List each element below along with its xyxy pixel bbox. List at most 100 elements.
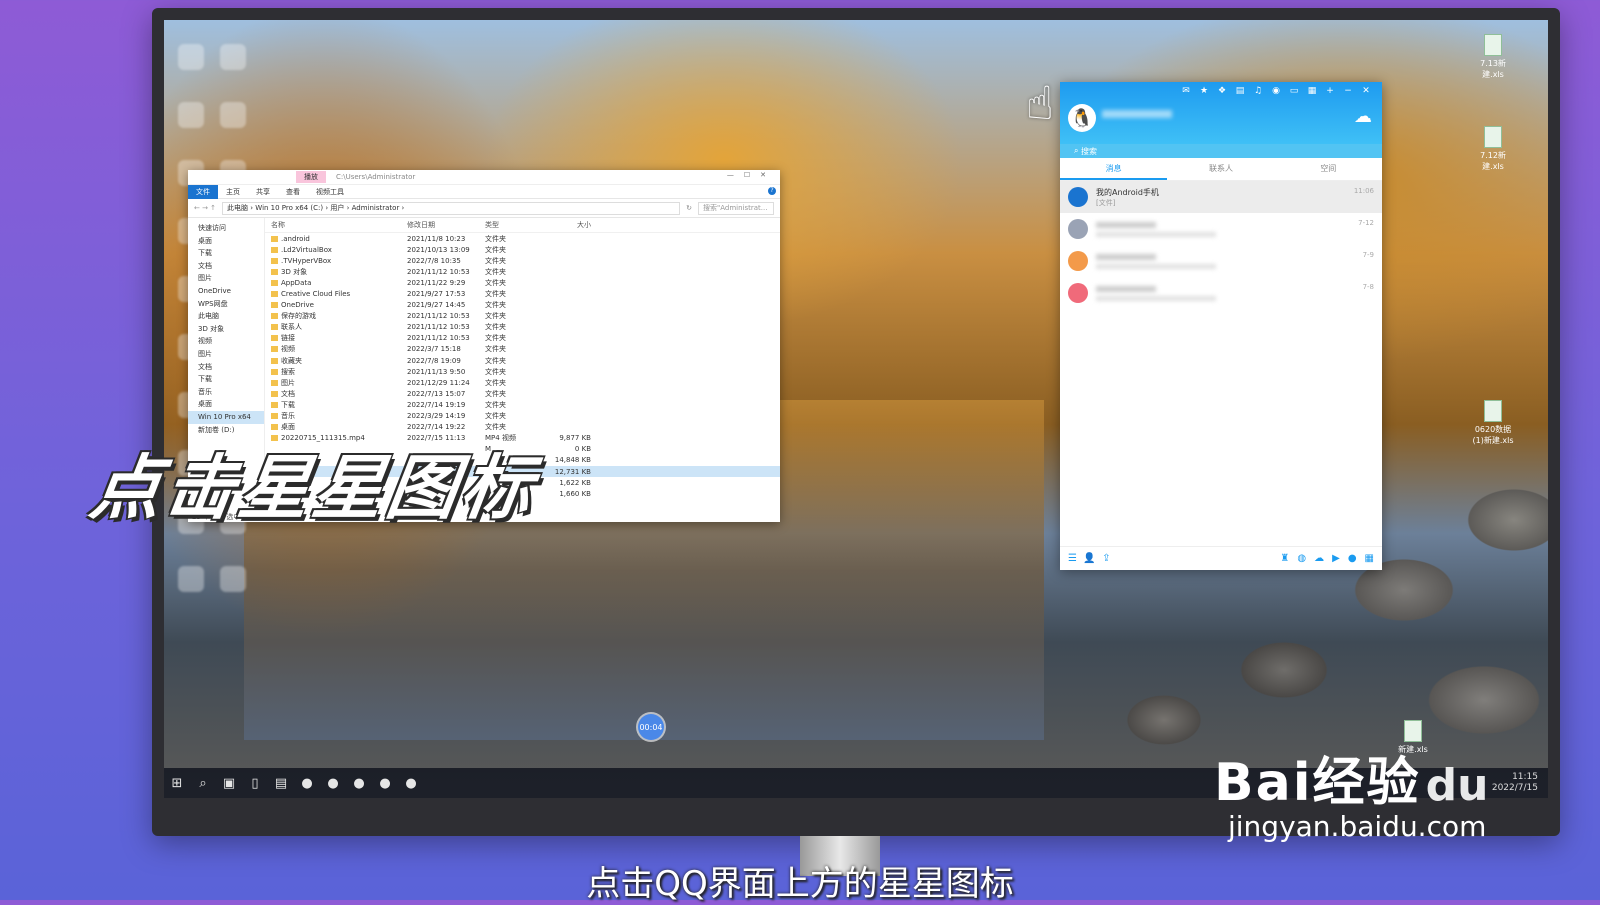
nav-item-selected[interactable]: Win 10 Pro x64 [188, 410, 264, 424]
mail-icon[interactable]: ✉ [1180, 86, 1192, 96]
nav-item[interactable]: 文档 [188, 361, 264, 374]
ribbon-tab-video-tools[interactable]: 视频工具 [308, 187, 352, 197]
conversation-item[interactable]: 我的Android手机 [文件] 11:06 [1060, 181, 1382, 213]
refresh-icon[interactable]: ↻ [686, 204, 692, 212]
screen-icon[interactable]: ▭ [1288, 86, 1300, 96]
nav-item[interactable]: OneDrive [188, 285, 264, 298]
ribbon-tab-home[interactable]: 主页 [218, 187, 248, 197]
ribbon-tab-share[interactable]: 共享 [248, 187, 278, 197]
nav-item[interactable]: 桌面 [188, 235, 264, 248]
table-row[interactable]: AppData 2021/11/22 9:29 文件夹 [265, 277, 780, 288]
column-date[interactable]: 修改日期 [407, 220, 485, 230]
app-grid-icon[interactable]: ▦ [1365, 553, 1374, 564]
app-icon[interactable]: ● [372, 776, 398, 791]
shortcut-icon[interactable]: ● [1348, 553, 1357, 564]
video-icon[interactable]: ▶ [1332, 553, 1340, 564]
table-row[interactable]: 图片 2021/12/29 11:24 文件夹 [265, 377, 780, 388]
desktop-file-xls[interactable]: 7.12新建.xls [1470, 126, 1516, 172]
nav-item[interactable]: 下载 [188, 247, 264, 260]
table-row[interactable]: 联系人 2021/11/12 10:53 文件夹 [265, 322, 780, 333]
nav-item[interactable]: 视频 [188, 335, 264, 348]
menu-icon[interactable]: ☰ [1068, 553, 1077, 564]
add-friend-icon[interactable]: 👤 [1083, 553, 1095, 564]
column-size[interactable]: 大小 [547, 220, 591, 230]
start-icon[interactable]: ⊞ [164, 776, 190, 791]
desktop-icon[interactable] [220, 102, 246, 128]
folder-icon[interactable]: ▤ [268, 776, 294, 791]
minimize-icon[interactable]: − [1342, 86, 1354, 96]
doc-icon[interactable]: ▦ [1306, 86, 1318, 96]
nav-item[interactable]: 桌面 [188, 398, 264, 411]
folder-icon[interactable]: ▤ [1234, 86, 1246, 96]
table-row[interactable]: .Ld2VirtualBox 2021/10/13 13:09 文件夹 [265, 244, 780, 255]
app-icon[interactable]: ● [398, 776, 424, 791]
nav-item[interactable]: 下载 [188, 373, 264, 386]
back-forward-icon[interactable]: ← → ↑ [194, 204, 216, 212]
ribbon-context-tab[interactable]: 播放 [296, 171, 326, 183]
conversation-item[interactable]: 7-9 [1060, 245, 1382, 277]
qq-penguin-avatar[interactable]: 🐧 [1068, 104, 1096, 132]
table-row[interactable]: .TVHyperVBox 2022/7/8 10:35 文件夹 [265, 255, 780, 266]
taskview-icon[interactable]: ▣ [216, 776, 242, 791]
table-row[interactable]: 视频 2022/3/7 15:18 文件夹 [265, 344, 780, 355]
desktop-file-xls[interactable]: 7.13新建.xls [1470, 34, 1516, 80]
table-row[interactable]: 下载 2022/7/14 19:19 文件夹 [265, 399, 780, 410]
file-icon[interactable]: ▯ [242, 776, 268, 791]
weather-icon[interactable]: ☁ [1354, 106, 1372, 127]
conversation-item[interactable]: 7-12 [1060, 213, 1382, 245]
nav-item[interactable]: 快速访问 [188, 222, 264, 235]
shortcut-icon[interactable]: ♜ [1280, 553, 1289, 564]
file-transfer-icon[interactable]: ⇪ [1102, 553, 1110, 564]
table-row[interactable]: 收藏夹 2022/7/8 19:09 文件夹 [265, 355, 780, 366]
gift-icon[interactable]: ❖ [1216, 86, 1228, 96]
system-tray[interactable]: 11:15 2022/7/15 [1492, 772, 1538, 794]
nav-item[interactable]: 图片 [188, 272, 264, 285]
tab-messages[interactable]: 消息 [1060, 158, 1168, 180]
column-name[interactable]: 名称 [265, 220, 407, 230]
table-row[interactable]: .android 2021/11/8 10:23 文件夹 [265, 233, 780, 244]
table-row[interactable]: 3D 对象 2021/11/12 10:53 文件夹 [265, 266, 780, 277]
desktop-file-xls[interactable]: 0620数据(1)新建.xls [1470, 400, 1516, 446]
close-icon[interactable]: ✕ [1360, 86, 1372, 96]
search-icon[interactable]: ⌕ [190, 776, 216, 791]
nav-item[interactable]: 此电脑 [188, 310, 264, 323]
table-row[interactable]: 链接 2021/11/12 10:53 文件夹 [265, 333, 780, 344]
tab-contacts[interactable]: 联系人 [1167, 158, 1274, 180]
table-row[interactable]: OneDrive 2021/9/27 14:45 文件夹 [265, 300, 780, 311]
nav-item[interactable]: 3D 对象 [188, 323, 264, 336]
app-icon[interactable]: ● [294, 776, 320, 791]
table-row[interactable]: 保存的游戏 2021/11/12 10:53 文件夹 [265, 311, 780, 322]
desktop-icon[interactable] [178, 102, 204, 128]
add-icon[interactable]: + [1324, 86, 1336, 96]
desktop-icon[interactable] [178, 44, 204, 70]
nav-item[interactable]: 文档 [188, 260, 264, 273]
help-icon[interactable]: ? [768, 187, 776, 195]
table-row[interactable]: 文档 2022/7/13 15:07 文件夹 [265, 388, 780, 399]
table-row[interactable]: Creative Cloud Files 2021/9/27 17:53 文件夹 [265, 288, 780, 299]
column-type[interactable]: 类型 [485, 220, 547, 230]
bell-icon[interactable]: ♫ [1252, 86, 1264, 96]
app-icon[interactable]: ● [346, 776, 372, 791]
desktop-icon[interactable] [178, 566, 204, 592]
qq-search-input[interactable]: ⌕ 搜索 [1060, 144, 1382, 158]
ribbon-tab-file[interactable]: 文件 [188, 184, 218, 199]
nav-item[interactable]: WPS网盘 [188, 298, 264, 311]
app-icon[interactable]: ● [320, 776, 346, 791]
shortcut-icon[interactable]: ◍ [1297, 553, 1306, 564]
game-icon[interactable]: ◉ [1270, 86, 1282, 96]
desktop-icon[interactable] [220, 44, 246, 70]
ribbon-tab-view[interactable]: 查看 [278, 187, 308, 197]
table-row[interactable]: 音乐 2022/3/29 14:19 文件夹 [265, 411, 780, 422]
weiyun-icon[interactable]: ☁ [1314, 553, 1324, 564]
address-bar[interactable]: 此电脑 › Win 10 Pro x64 (C:) › 用户 › Adminis… [222, 201, 681, 215]
window-controls[interactable]: —☐✕ [727, 171, 776, 179]
search-input[interactable]: 搜索"Administrat... [698, 201, 774, 215]
nav-item[interactable]: 图片 [188, 348, 264, 361]
nav-item[interactable]: 音乐 [188, 386, 264, 399]
desktop-icon[interactable] [220, 566, 246, 592]
folder-icon [271, 401, 278, 408]
star-icon[interactable]: ★ [1198, 86, 1210, 96]
tab-space[interactable]: 空间 [1275, 158, 1382, 180]
conversation-item[interactable]: 7-8 [1060, 277, 1382, 309]
table-row[interactable]: 搜索 2021/11/13 9:50 文件夹 [265, 366, 780, 377]
